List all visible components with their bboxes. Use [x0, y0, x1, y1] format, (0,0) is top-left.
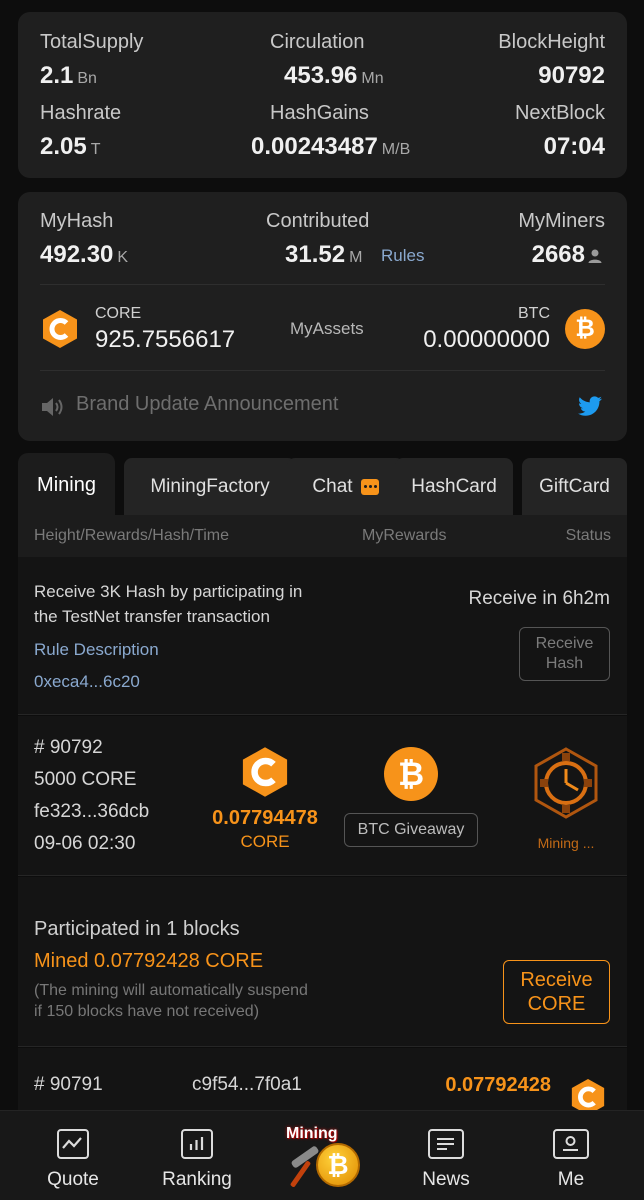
- divider: [40, 284, 605, 285]
- rules-link[interactable]: Rules: [381, 246, 424, 266]
- receive-hash-button[interactable]: Receive Hash: [519, 627, 610, 681]
- announcement-text[interactable]: Brand Update Announcement: [76, 393, 338, 416]
- suspend-note-line2: if 150 blocks have not received): [34, 1003, 260, 1020]
- nav-news[interactable]: News: [396, 1111, 496, 1200]
- divider: [40, 370, 605, 371]
- block-row-previous: # 90791 c9f54...7f0a1 0.07792428: [18, 1048, 627, 1118]
- mining-coin-icon: ₿: [316, 1143, 360, 1187]
- promo-text-line2: the TestNet transfer transaction: [34, 607, 270, 626]
- block-reward: 5000 CORE: [34, 769, 137, 790]
- my-reward-value: 0.07794478: [212, 807, 318, 829]
- btc-asset-value: 0.00000000: [423, 326, 550, 353]
- contributed-value: 31.52 M: [285, 241, 363, 268]
- my-reward-value: 0.07792428: [445, 1074, 551, 1096]
- chat-bubble-icon: [360, 479, 379, 495]
- my-assets-title: MyAssets: [290, 319, 364, 338]
- nav-mining[interactable]: Mining ₿: [272, 1111, 372, 1200]
- circulation-label: Circulation: [270, 31, 365, 53]
- my-miners-label: MyMiners: [518, 210, 605, 232]
- block-hash: fe323...36dcb: [34, 801, 150, 822]
- core-icon: [239, 746, 291, 798]
- tab-chat[interactable]: Chat: [287, 458, 404, 516]
- tab-mining-factory[interactable]: MiningFactory: [124, 458, 296, 516]
- btc-asset-label: BTC: [518, 305, 550, 322]
- mined-amount: Mined 0.07792428 CORE: [34, 950, 264, 972]
- nav-ranking[interactable]: Ranking: [147, 1111, 247, 1200]
- bitcoin-icon: ₿: [384, 747, 438, 801]
- my-hash-value: 492.30 K: [40, 241, 129, 268]
- next-block-label: NextBlock: [514, 102, 605, 124]
- receive-core-button[interactable]: Receive CORE: [503, 960, 610, 1024]
- block-height-label: BlockHeight: [498, 31, 605, 53]
- total-supply-value: 2.1 Bn: [40, 62, 97, 89]
- header-my-rewards: MyRewards: [362, 527, 447, 544]
- table-header: Height/Rewards/Hash/Time MyRewards Statu…: [18, 515, 627, 557]
- total-supply-label: TotalSupply: [40, 31, 144, 53]
- tab-gift-card[interactable]: GiftCard: [522, 458, 627, 516]
- my-reward-unit: CORE: [240, 832, 290, 851]
- core-icon: [40, 309, 80, 349]
- gear-clock-icon: [526, 745, 606, 825]
- block-height-value: 90792: [538, 62, 605, 89]
- tab-bar: Mining MiningFactory Chat HashCard GiftC…: [18, 453, 627, 518]
- bottom-navigation: Quote Ranking Mining ₿ News Me: [0, 1110, 644, 1200]
- block-time: 09-06 02:30: [34, 833, 136, 854]
- tab-mining[interactable]: Mining: [18, 453, 115, 518]
- circulation-value: 453.96 Mn: [284, 62, 384, 89]
- hashrate-value: 2.05 T: [40, 133, 101, 160]
- tab-hash-card[interactable]: HashCard: [395, 458, 513, 516]
- twitter-icon[interactable]: [577, 396, 603, 418]
- block-height: # 90792: [34, 737, 103, 758]
- network-stats-card: TotalSupply 2.1 Bn Circulation 453.96 Mn B…: [18, 12, 627, 178]
- speaker-icon: [40, 395, 66, 419]
- news-icon: [428, 1129, 464, 1159]
- wallet-address[interactable]: 0xeca4...6c20: [34, 672, 140, 692]
- header-height-rewards: Height/Rewards/Hash/Time: [34, 527, 230, 544]
- core-asset-value: 925.7556617: [95, 326, 236, 353]
- chart-line-icon: [57, 1129, 89, 1159]
- block-height: # 90791: [34, 1074, 103, 1095]
- hashrate-label: Hashrate: [40, 102, 122, 124]
- core-asset-label: CORE: [95, 305, 142, 322]
- profile-card-icon: [553, 1129, 589, 1159]
- suspend-note-line1: (The mining will automatically suspend: [34, 982, 308, 999]
- testnet-promo: Receive 3K Hash by participating in the …: [18, 557, 627, 715]
- hash-gains-label: HashGains: [270, 102, 369, 124]
- header-status: Status: [565, 527, 611, 544]
- next-block-value: 07:04: [543, 133, 605, 160]
- mining-badge-label: Mining: [286, 1125, 338, 1142]
- mining-summary: Participated in 1 blocks Mined 0.0779242…: [18, 877, 627, 1047]
- promo-text-line1: Receive 3K Hash by participating in: [34, 582, 303, 601]
- nav-quote[interactable]: Quote: [23, 1111, 123, 1200]
- block-row-current: # 90792 5000 CORE fe323...36dcb 09-06 02…: [18, 716, 627, 876]
- mining-status: Mining ...: [537, 835, 595, 851]
- hash-gains-value: 0.00243487 M/B: [251, 133, 411, 160]
- my-hash-label: MyHash: [40, 210, 114, 232]
- nav-me[interactable]: Me: [521, 1111, 621, 1200]
- contributed-label: Contributed: [266, 210, 370, 232]
- participated-text: Participated in 1 blocks: [34, 918, 240, 940]
- bitcoin-icon: ₿: [565, 309, 605, 349]
- block-hash: c9f54...7f0a1: [192, 1074, 302, 1095]
- person-icon: [587, 248, 603, 264]
- receive-countdown: Receive in 6h2m: [468, 588, 610, 609]
- rule-description-link[interactable]: Rule Description: [34, 640, 159, 660]
- bar-chart-icon: [181, 1129, 213, 1159]
- my-miners-value: 2668: [531, 241, 585, 268]
- my-stats-card: MyHash 492.30 K Contributed 31.52 M Rules …: [18, 192, 627, 441]
- btc-giveaway-button[interactable]: BTC Giveaway: [344, 813, 478, 847]
